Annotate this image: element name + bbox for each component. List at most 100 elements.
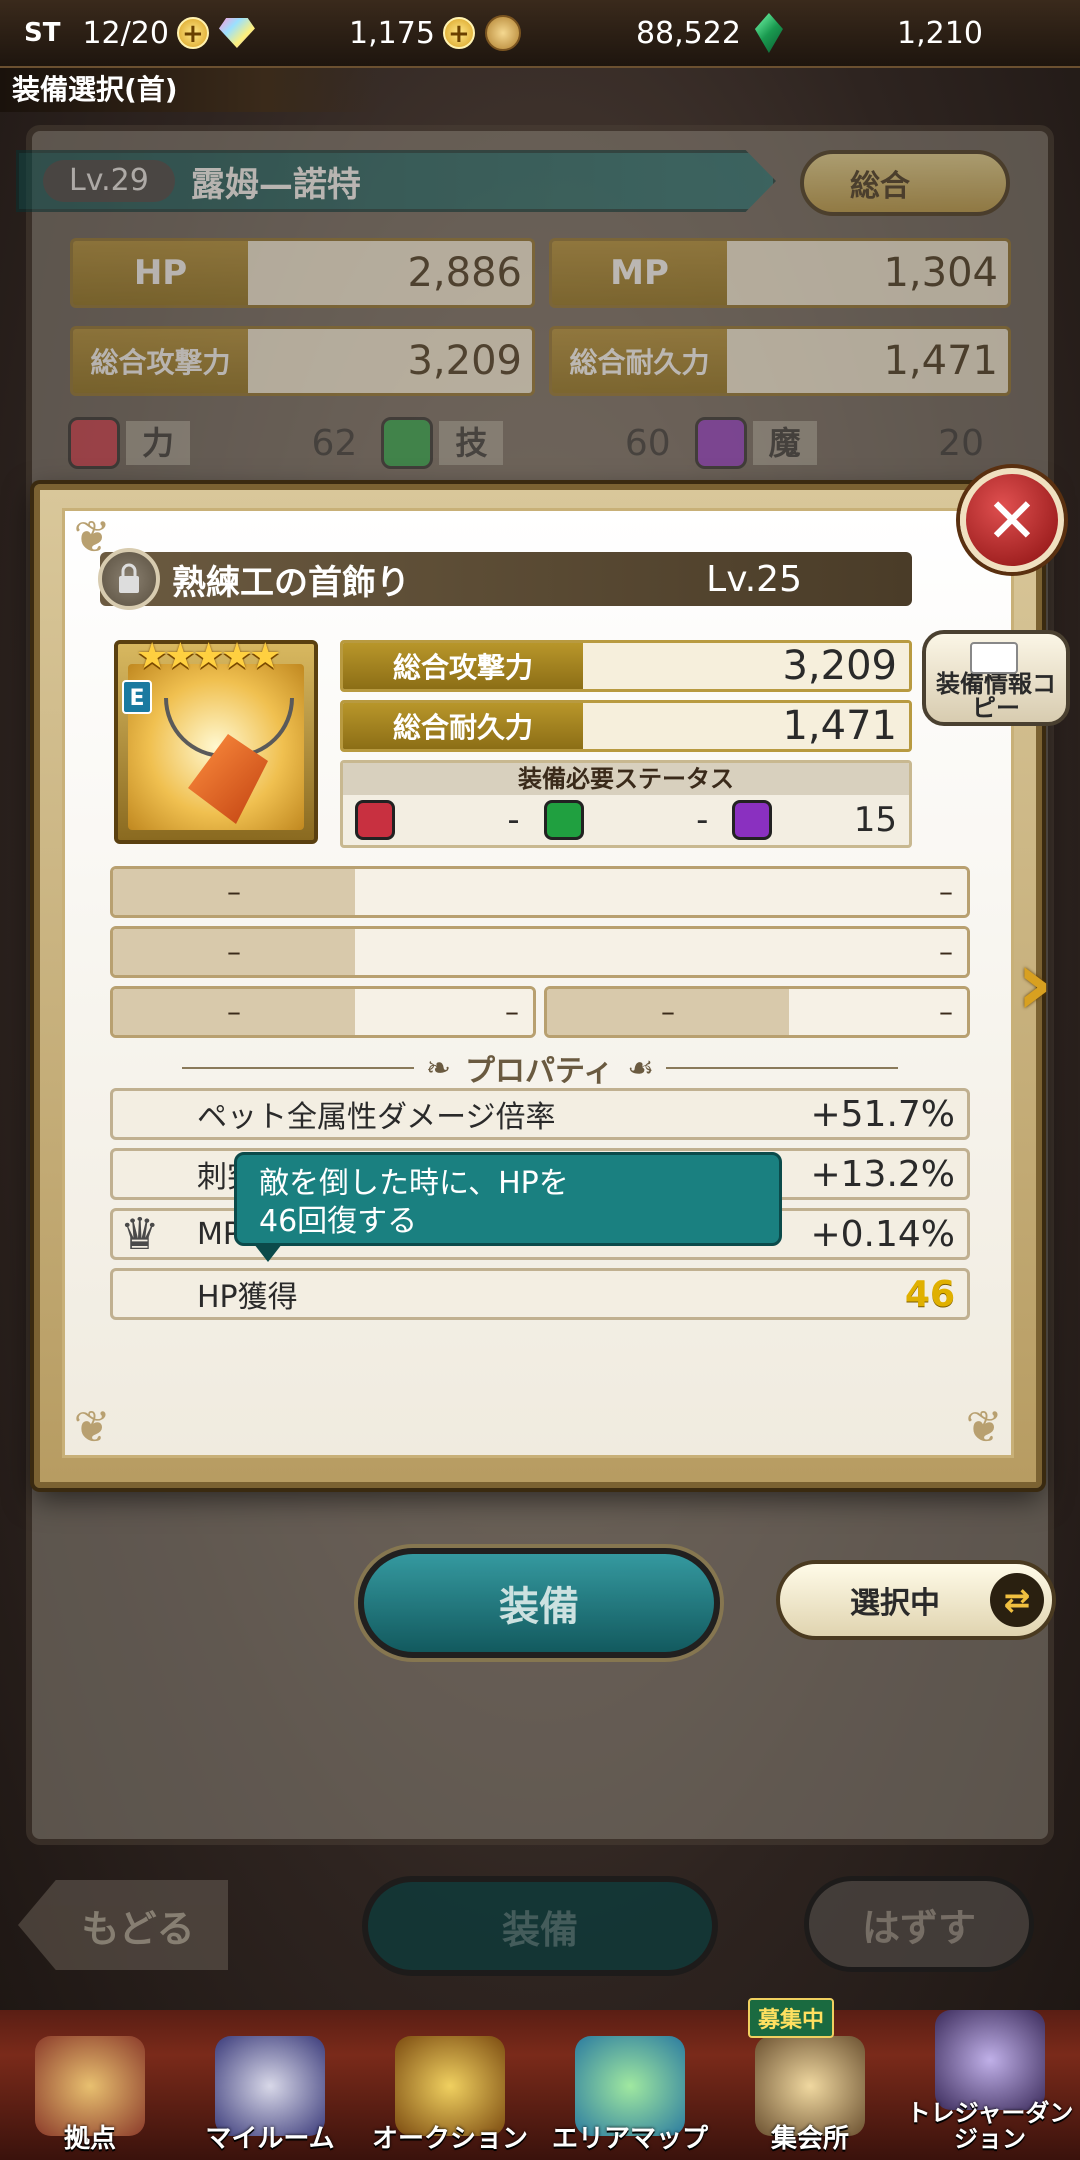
attribute-value: 20 — [938, 422, 984, 464]
recruiting-badge: 募集中 — [748, 1998, 835, 2038]
nav-item-base[interactable]: 拠点 — [0, 2010, 180, 2160]
remove-label: はずす — [861, 1905, 976, 1950]
treasure-dungeon-icon — [935, 2010, 1045, 2110]
back-button[interactable]: もどる — [18, 1880, 228, 1970]
slot-left: – — [113, 989, 355, 1035]
nav-label: オークション — [371, 2124, 528, 2154]
crown-icon: ♛ — [120, 1209, 160, 1260]
stat-value: 3,209 — [248, 329, 532, 393]
stat-value: 2,886 — [248, 241, 532, 305]
item-name: 熟練工の首飾り — [172, 562, 410, 603]
required-status-title: 装備必要ステータス — [343, 763, 909, 795]
property-row-selected[interactable]: HP獲得 46 — [110, 1268, 970, 1320]
status-bar: ST 12/20 + 1,175 + 88,522 1,210 — [0, 0, 1080, 68]
copy-equipment-info-button[interactable]: 装備情報コピー — [922, 630, 1070, 726]
document-icon — [970, 642, 1018, 674]
ornament-icon: ❦ — [965, 1402, 1003, 1453]
area-map-icon — [575, 2036, 685, 2136]
stat-value: 1,471 — [727, 329, 1008, 393]
nav-label: 拠点 — [63, 2124, 116, 2154]
my-room-icon — [215, 2036, 325, 2136]
slot-row-3a: – – — [110, 986, 536, 1038]
gem-count: 1,175 — [349, 15, 435, 51]
base-icon — [35, 2036, 145, 2136]
property-title: プロパティ — [465, 1054, 614, 1089]
property-name: ペット全属性ダメージ倍率 — [197, 1100, 556, 1135]
wand-icon — [694, 417, 747, 469]
stat-row-attack-defense: 総合攻撃力 3,209 総合耐久力 1,471 — [70, 326, 1011, 396]
tooltip-line: 46回復する — [259, 1204, 418, 1239]
attribute-magic: 魔 20 — [694, 415, 1008, 471]
nav-item-my-room[interactable]: マイルーム — [180, 2010, 360, 2160]
nav-label: 集会所 — [770, 2124, 849, 2154]
character-level: Lv.29 — [43, 160, 175, 202]
nav-item-area-map[interactable]: エリアマップ — [540, 2010, 720, 2160]
slot-row-2: – – — [110, 926, 970, 978]
coin-count: 88,522 — [635, 15, 741, 51]
property-tooltip: 敵を倒した時に、HPを 46回復する — [234, 1152, 782, 1246]
tooltip-line: 敵を倒した時に、HPを — [259, 1166, 569, 1201]
remove-button[interactable]: はずす — [804, 1876, 1034, 1972]
stat-mp: MP 1,304 — [549, 238, 1011, 308]
attribute-name: 魔 — [752, 421, 817, 465]
divider — [666, 1067, 898, 1069]
selecting-toggle-button[interactable]: 選択中 ⇄ — [776, 1560, 1056, 1640]
stat-key: MP — [552, 241, 727, 305]
stat-key: 総合耐久力 — [552, 329, 727, 393]
req-value: - — [507, 800, 520, 840]
req-strength: - — [343, 800, 532, 840]
stat-total-attack: 総合攻撃力 3,209 — [70, 326, 535, 396]
wand-icon — [732, 800, 773, 840]
slot-right: – — [789, 989, 967, 1035]
equip-button[interactable]: 装備 — [358, 1548, 720, 1658]
slot-row-1: – – — [110, 866, 970, 918]
attribute-name: 力 — [126, 421, 190, 465]
attribute-skill: 技 60 — [381, 415, 694, 471]
item-image — [128, 664, 304, 830]
property-row[interactable]: ペット全属性ダメージ倍率 +51.7% — [110, 1088, 970, 1140]
nav-item-auction[interactable]: オークション — [360, 2010, 540, 2160]
item-defense: 総合耐久力 1,471 — [340, 700, 912, 752]
next-arrow-icon[interactable]: › — [1016, 936, 1056, 1032]
add-gem-icon[interactable]: + — [442, 17, 475, 49]
lock-icon[interactable] — [98, 548, 160, 610]
stat-total-defense: 総合耐久力 1,471 — [549, 326, 1011, 396]
stat-key: 総合攻撃力 — [73, 329, 248, 393]
emerald-count: 1,210 — [897, 15, 983, 51]
req-magic: 15 — [720, 800, 909, 840]
item-attack-value: 3,209 — [583, 643, 909, 689]
fist-icon — [68, 417, 120, 469]
stat-key: HP — [73, 241, 248, 305]
gem-icon — [218, 18, 255, 48]
property-header: ❧ プロパティ ☙ — [170, 1048, 910, 1089]
sort-button[interactable]: 総合 — [800, 150, 1010, 216]
fist-icon — [355, 800, 395, 840]
selecting-label: 選択中 — [850, 1586, 940, 1621]
item-defense-label: 総合耐久力 — [343, 703, 583, 749]
item-thumbnail: ★★★★★ E — [114, 636, 318, 844]
character-name: 露姆—諾特 — [190, 164, 361, 205]
add-stamina-icon[interactable]: + — [176, 17, 209, 49]
back-label: もどる — [81, 1906, 195, 1951]
sparkle-icon — [381, 417, 434, 469]
slot-left: – — [113, 929, 355, 975]
stat-value: 1,304 — [727, 241, 1008, 305]
gathering-hall-icon — [755, 2036, 865, 2136]
auction-icon — [395, 2036, 505, 2136]
property-name: HP獲得 — [197, 1280, 298, 1315]
nav-item-treasure-dungeon[interactable]: トレジャーダンジョン — [900, 2010, 1080, 2160]
bottom-equip-button[interactable]: 装備 — [362, 1876, 718, 1976]
close-button[interactable]: ✕ — [960, 468, 1064, 572]
attribute-strength: 力 62 — [68, 415, 381, 471]
slot-right: – — [355, 989, 533, 1035]
flourish-icon: ☙ — [627, 1050, 655, 1086]
flourish-icon: ❧ — [425, 1050, 452, 1086]
property-value: +51.7% — [810, 1093, 955, 1135]
character-header: Lv.29 露姆—諾特 — [16, 150, 776, 212]
attribute-name: 技 — [439, 421, 504, 465]
bottom-navigation: 拠点 マイルーム オークション エリアマップ 募集中 集会所 トレジャーダンジョ… — [0, 1998, 1080, 2160]
nav-item-gathering-hall[interactable]: 募集中 集会所 — [720, 1998, 900, 2160]
slot-row-3b: – – — [544, 986, 970, 1038]
equip-label: 装備 — [499, 1584, 579, 1630]
sort-label: 総合 — [850, 169, 910, 204]
